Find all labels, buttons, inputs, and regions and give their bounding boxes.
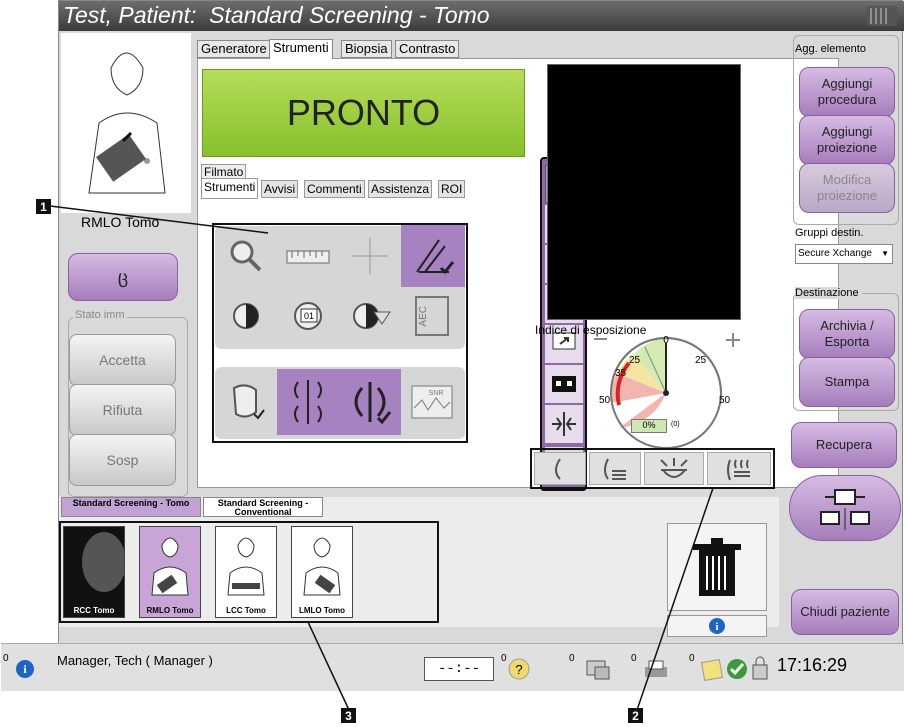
callout-2: 2 xyxy=(628,708,643,723)
callout-1: 1 xyxy=(36,199,51,214)
callout-3: 3 xyxy=(341,708,356,723)
callout-lines xyxy=(49,205,714,711)
